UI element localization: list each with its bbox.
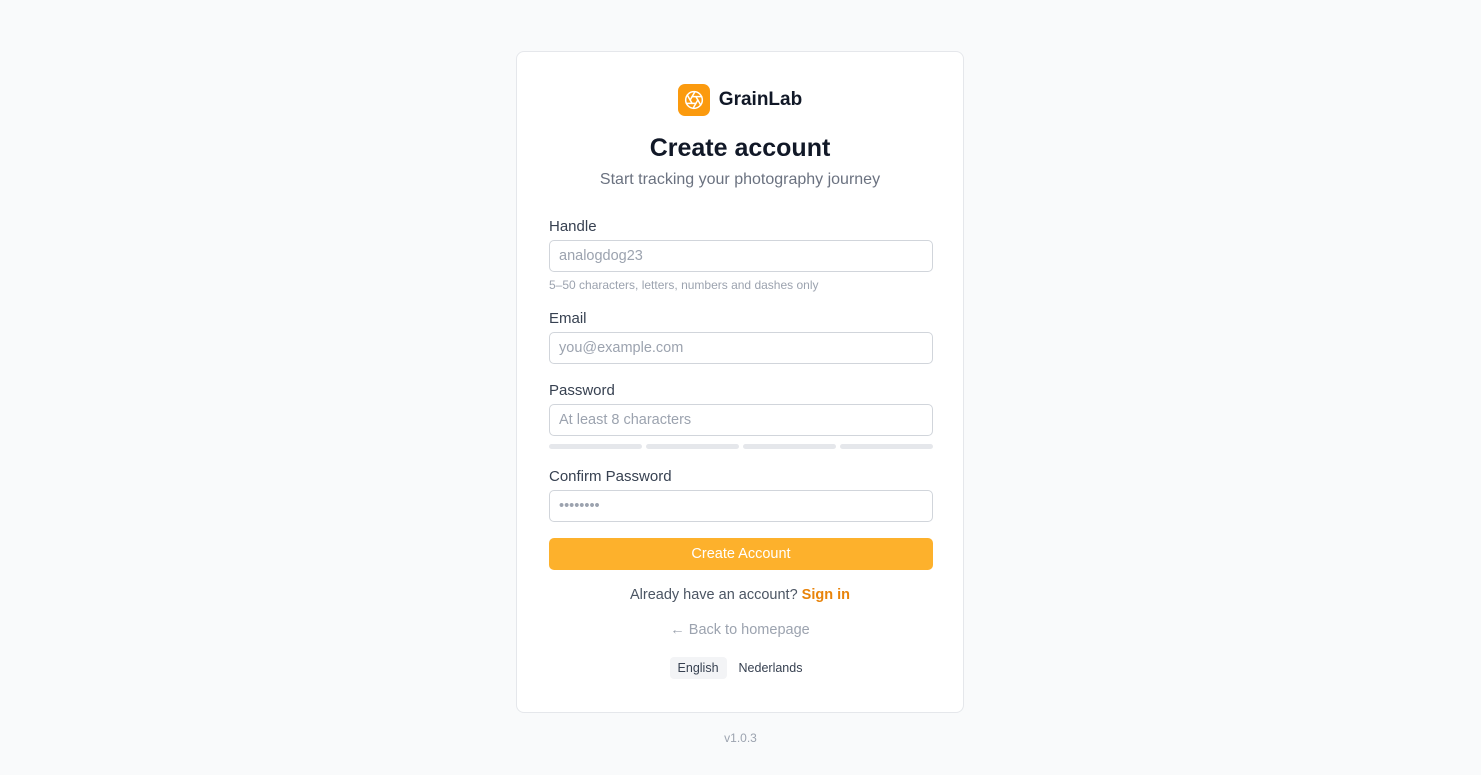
strength-segment <box>646 444 739 449</box>
strength-segment <box>840 444 933 449</box>
signin-prompt: Already have an account? <box>629 587 798 603</box>
password-strength-meter <box>549 444 933 449</box>
handle-input[interactable] <box>549 240 933 272</box>
signup-card: GrainLab Create account Start tracking y… <box>516 51 964 713</box>
back-to-homepage-link[interactable]: ← Back to homepage <box>517 622 963 638</box>
signin-row: Already have an account? Sign in <box>517 587 963 603</box>
handle-label: Handle <box>549 218 597 235</box>
create-account-button[interactable]: Create Account <box>549 538 933 570</box>
signin-link[interactable]: Sign in <box>802 587 850 603</box>
page-subtitle: Start tracking your photography journey <box>599 171 881 188</box>
version-label: v1.0.3 <box>724 731 757 745</box>
language-switcher: English Nederlands <box>517 657 963 679</box>
confirm-password-label: Confirm Password <box>549 468 672 485</box>
language-option-english[interactable]: English <box>669 657 727 679</box>
brand-name: GrainLab <box>718 89 803 110</box>
page-title: Create account <box>649 134 831 162</box>
password-label: Password <box>549 382 615 399</box>
strength-segment <box>743 444 836 449</box>
confirm-password-input[interactable] <box>549 490 933 522</box>
language-option-nederlands[interactable]: Nederlands <box>731 657 811 679</box>
handle-hint: 5–50 characters, letters, numbers and da… <box>549 278 819 292</box>
strength-segment <box>549 444 642 449</box>
brand: GrainLab <box>517 84 963 116</box>
email-label: Email <box>549 310 587 327</box>
camera-aperture-icon <box>677 84 710 116</box>
email-input[interactable] <box>549 332 933 364</box>
password-input[interactable] <box>549 404 933 436</box>
